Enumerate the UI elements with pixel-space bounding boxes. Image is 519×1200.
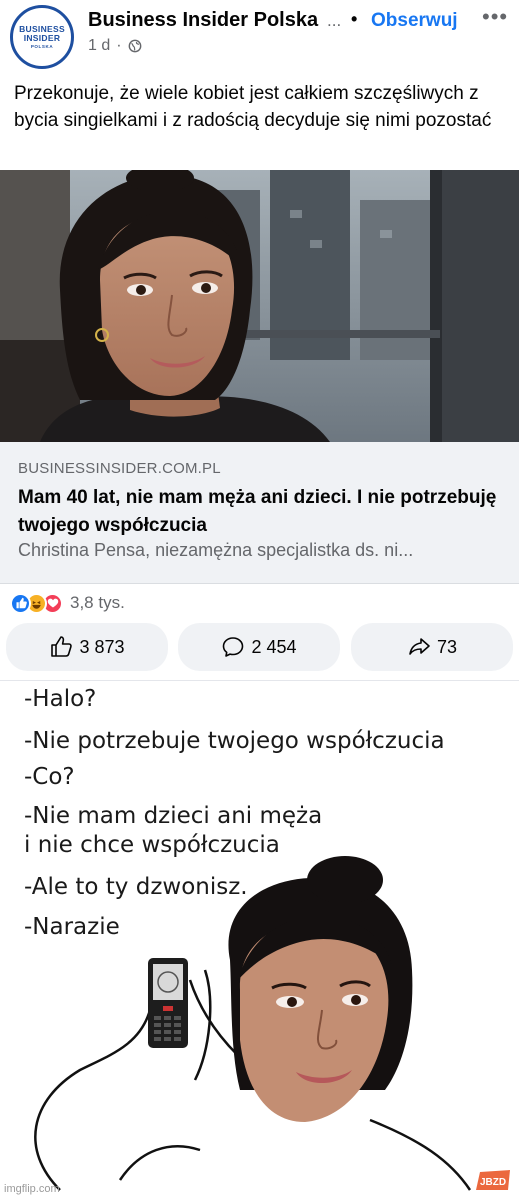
page-avatar[interactable]: BUSINESS INSIDER POLSKA	[10, 5, 74, 69]
section-divider	[0, 680, 519, 681]
thumbs-up-icon	[51, 636, 73, 657]
comment-button[interactable]: 2 454	[178, 623, 340, 671]
like-count: 3 873	[79, 636, 125, 657]
like-icon	[10, 592, 31, 614]
globe-icon	[128, 39, 141, 53]
post-timestamp[interactable]: 1 d	[88, 37, 110, 55]
post-meta: 1 d ·	[88, 37, 142, 55]
page-name-ellipsis: ...	[327, 11, 342, 30]
article-domain: BUSINESSINSIDER.COM.PL	[18, 460, 221, 477]
post-caption: Przekonuje, że wiele kobiet jest całkiem…	[14, 83, 492, 131]
meta-separator: ·	[116, 37, 122, 54]
imgflip-watermark: imgflip.com	[4, 1183, 60, 1195]
avatar-text-line1: BUSINESS	[19, 23, 65, 34]
phone-icon	[148, 958, 188, 1048]
woman-selfie-photo	[0, 170, 519, 442]
article-description: Christina Pensa, niezamężna specjalistka…	[18, 540, 414, 560]
meme-drawing	[34, 856, 472, 1191]
article-title[interactable]: Mam 40 lat, nie mam męża ani dzieci. I n…	[18, 484, 508, 540]
meme-line: -Halo?	[24, 686, 97, 712]
comment-icon	[223, 637, 244, 657]
meme-line: -Co?	[24, 764, 75, 790]
meme-line: -Nie mam dzieci ani męża	[24, 803, 323, 829]
article-preview-image[interactable]	[0, 170, 519, 442]
jbzd-logo: JBZD	[476, 1170, 510, 1190]
avatar-text-line2: INSIDER	[23, 33, 61, 44]
more-options-icon[interactable]: •••	[482, 4, 508, 30]
header-separator: •	[351, 9, 358, 29]
article-link-card[interactable]: BUSINESSINSIDER.COM.PL Mam 40 lat, nie m…	[0, 442, 519, 584]
share-count: 73	[436, 636, 458, 657]
avatar-text-line3: POLSKA	[30, 43, 54, 49]
share-button[interactable]: 73	[351, 623, 513, 671]
share-icon	[409, 638, 430, 655]
reactions-summary[interactable]: 3,8 tys.	[10, 590, 125, 616]
comment-count: 2 454	[251, 636, 297, 657]
svg-text:JBZD: JBZD	[480, 1177, 506, 1188]
reaction-count: 3,8 tys.	[70, 593, 125, 612]
meme-line: -Nie potrzebuje twojego współczucia	[24, 728, 445, 754]
follow-button[interactable]: Obserwuj	[371, 10, 458, 32]
page-name-link[interactable]: Business Insider Polska	[88, 9, 318, 32]
post-header: BUSINESS INSIDER POLSKA Business Insider…	[0, 0, 519, 69]
like-button[interactable]: 3 873	[6, 623, 168, 671]
